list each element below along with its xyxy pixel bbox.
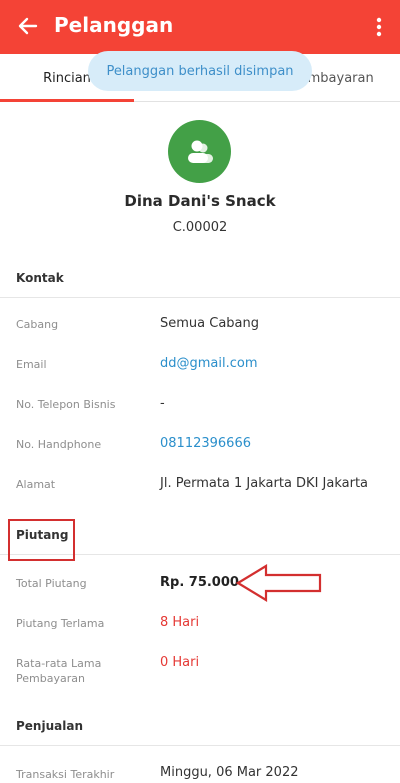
avatar: [168, 120, 231, 183]
section-kontak: Kontak: [0, 262, 400, 298]
tab-indicator: [0, 99, 134, 102]
label-total-piutang: Total Piutang: [16, 577, 87, 590]
people-icon: [187, 140, 213, 163]
value-rata-rata-pembayaran: 0 Hari: [160, 655, 200, 670]
section-penjualan: Penjualan: [0, 710, 400, 746]
section-title-penjualan: Penjualan: [16, 719, 83, 733]
label-transaksi-terakhir: Transaksi Terakhir: [16, 768, 115, 781]
customer-name: Dina Dani's Snack: [124, 192, 276, 210]
value-total-piutang: Rp. 75.000: [160, 575, 239, 590]
value-transaksi-terakhir: Minggu, 06 Mar 2022: [160, 765, 299, 780]
label-alamat: Alamat: [16, 478, 56, 491]
value-handphone-link[interactable]: 08112396666: [160, 436, 251, 451]
value-email-link[interactable]: dd@gmail.com: [160, 356, 258, 371]
more-menu-button[interactable]: [374, 14, 384, 40]
value-cabang: Semua Cabang: [160, 316, 260, 331]
label-piutang-terlama: Piutang Terlama: [16, 617, 105, 630]
label-telepon-bisnis: No. Telepon Bisnis: [16, 398, 116, 411]
label-email: Email: [16, 358, 47, 371]
section-title-kontak: Kontak: [16, 271, 64, 285]
more-vertical-icon: [376, 17, 382, 37]
label-rata-rata-pembayaran: Rata-rata Lama Pembayaran: [16, 657, 102, 685]
page-title: Pelanggan: [54, 13, 174, 37]
tab-rincian-label: Rincian: [43, 70, 91, 86]
annotation-highlight-box: [8, 519, 75, 561]
value-alamat: Jl. Permata 1 Jakarta DKI Jakarta: [160, 476, 369, 491]
annotation-arrow-icon: [236, 564, 322, 602]
customer-code: C.00002: [172, 220, 228, 235]
label-cabang: Cabang: [16, 318, 59, 331]
arrow-left-icon: [18, 17, 38, 35]
toast-message: Pelanggan berhasil disimpan: [88, 51, 312, 91]
app-bar: Pelanggan: [0, 0, 400, 54]
value-piutang-terlama: 8 Hari: [160, 615, 200, 630]
value-telepon-bisnis: -: [160, 396, 165, 411]
back-button[interactable]: [14, 12, 42, 40]
label-handphone: No. Handphone: [16, 438, 102, 451]
